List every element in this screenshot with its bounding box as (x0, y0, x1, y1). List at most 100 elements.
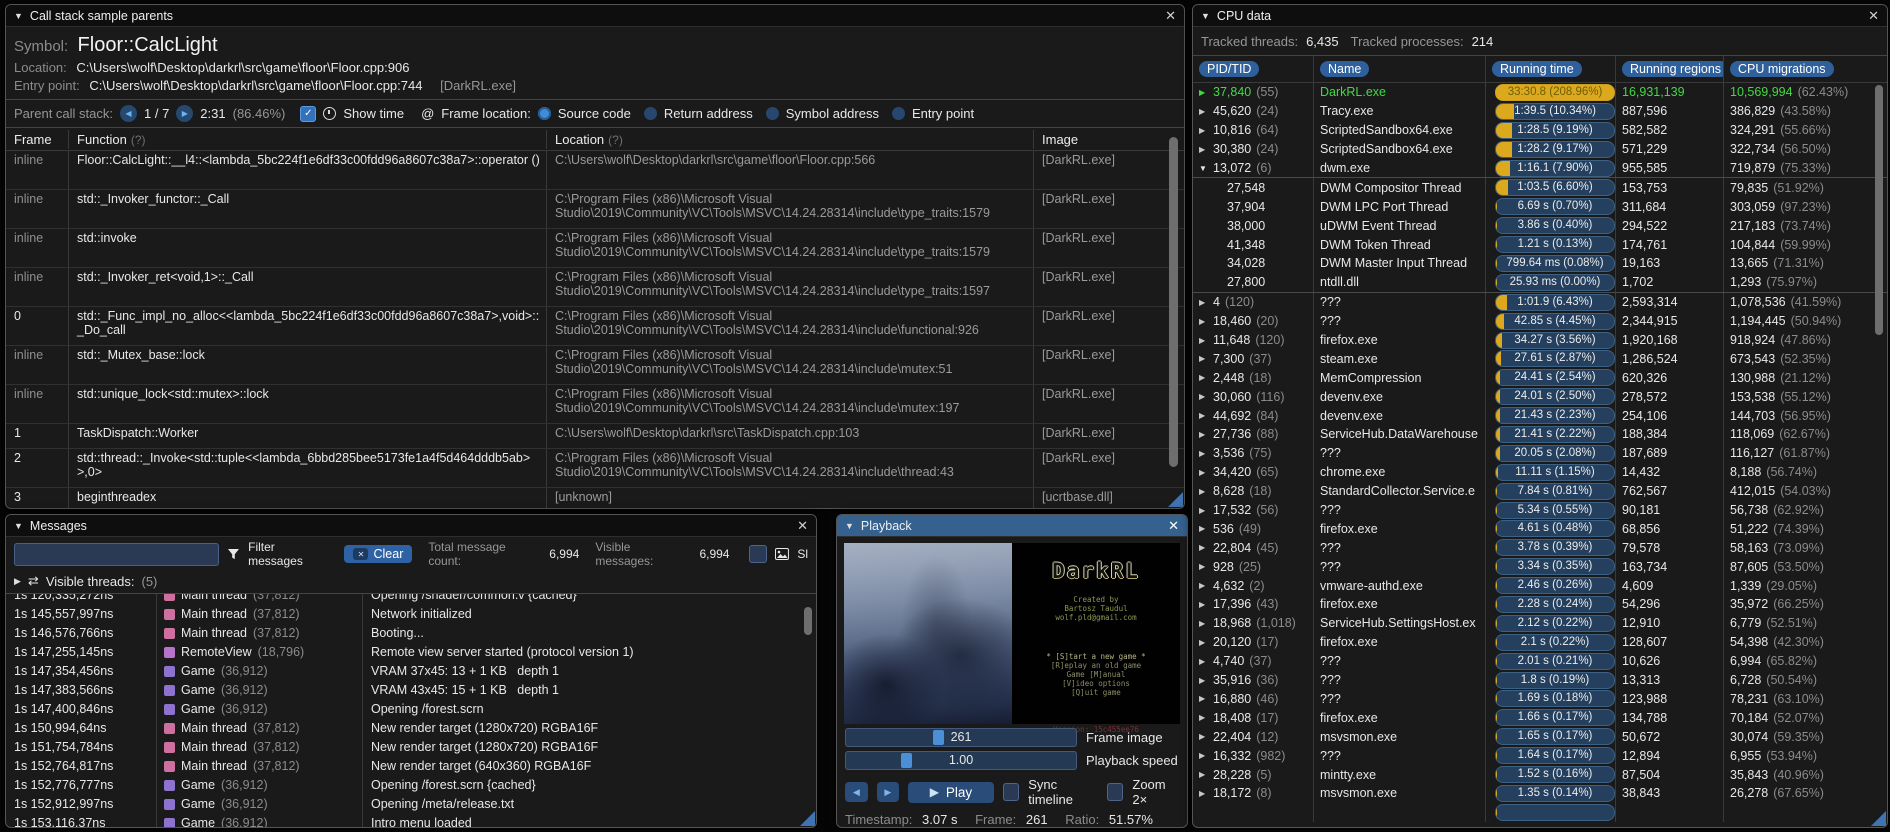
cpu-row[interactable]: ▶ 35,916 (36)??? 1.8 s (0.19%) 13,313 6,728 (5… (1193, 670, 1887, 690)
callstack-row[interactable]: 3 beginthreadex [unknown] [ucrtbase.dll] (6, 488, 1184, 508)
prev-frame-button[interactable]: ◀ (845, 782, 868, 802)
cpu-row[interactable]: 27,548 DWM Compositor Thread 1:03.5 (6.60%… (1193, 177, 1887, 198)
expand-icon[interactable]: ▶ (1199, 506, 1213, 515)
play-button[interactable]: ▶ Play (908, 781, 994, 803)
col-cpu-migrations[interactable]: CPU migrations (1730, 61, 1834, 77)
show-images-checkbox[interactable] (749, 545, 768, 563)
callstack-scrollbar[interactable] (1169, 137, 1178, 467)
col-running-time[interactable]: Running time (1492, 61, 1582, 77)
function-cell[interactable]: TaskDispatch::Worker (68, 424, 546, 448)
close-icon[interactable]: ✕ (797, 519, 808, 532)
expand-icon[interactable]: ▶ (1199, 107, 1213, 116)
cpu-row[interactable]: ▶ 2,448 (18) MemCompression 24.41 s (2.54%) 6… (1193, 368, 1887, 388)
message-row[interactable]: 1s 153,116,37ns Game (36,912) Intro menu lo… (6, 814, 816, 827)
expand-icon[interactable]: ▶ (1199, 657, 1213, 666)
function-cell[interactable]: beginthreadex (68, 488, 546, 508)
cpu-row[interactable]: ▶ 45,620 (24) Tracy.exe 1:39.5 (10.34%) 887,5… (1193, 101, 1887, 121)
cpu-row[interactable]: ▶ 536 (49) firefox.exe 4.61 s (0.48%) 68,856 5… (1193, 519, 1887, 539)
function-cell[interactable]: Floor::CalcLight::__l4::<lambda_5bc224f1… (68, 151, 546, 189)
location-cell[interactable]: C:\Program Files (x86)\Microsoft Visual … (546, 229, 1033, 267)
message-row[interactable]: 1s 152,776,777ns Game (36,912) Opening /for… (6, 776, 816, 795)
close-icon[interactable]: ✕ (1868, 9, 1879, 22)
slider-handle[interactable] (901, 753, 913, 768)
expand-icon[interactable]: ▶ (1199, 354, 1213, 363)
resize-grip[interactable] (1168, 492, 1183, 507)
expand-icon[interactable]: ▶ (1199, 298, 1213, 307)
callstack-row[interactable]: inline std::invoke C:\Program Files (x86)\… (6, 229, 1184, 268)
function-cell[interactable]: std::_Invoker_ret<void,1>::_Call (68, 268, 546, 306)
location-cell[interactable]: C:\Program Files (x86)\Microsoft Visual … (546, 307, 1033, 345)
cpu-row[interactable]: ▶ 27,736 (88) ServiceHub.DataWarehouse 21.41… (1193, 425, 1887, 444)
close-icon[interactable]: ✕ (1165, 9, 1176, 22)
cpu-row[interactable]: ▶ 22,804 (45)??? 3.78 s (0.39%) 79,578 58,163… (1193, 538, 1887, 558)
cpu-row[interactable]: ▶ 28,228 (5) mintty.exe 1.52 s (0.16%) 87,504… (1193, 765, 1887, 784)
expand-icon[interactable]: ▶ (1199, 392, 1213, 401)
message-row[interactable]: 1s 147,255,145ns RemoteView (18,796) Remote… (6, 643, 816, 662)
resize-grip[interactable] (1871, 811, 1886, 826)
callstack-row[interactable]: 1 TaskDispatch::Worker C:\Users\wolf\Deskt… (6, 424, 1184, 449)
cpu-row[interactable]: ▶ 22,404 (12) msvsmon.exe 1.65 s (0.17%) 50,6… (1193, 727, 1887, 747)
function-cell[interactable]: std::_Mutex_base::lock (68, 346, 546, 384)
cpu-scrollbar[interactable] (1875, 85, 1883, 335)
cpu-row[interactable]: ▶ 30,060 (116) devenv.exe 24.01 s (2.50%) 278… (1193, 387, 1887, 407)
radio-symbol-address[interactable] (765, 107, 779, 120)
cpu-row[interactable]: ▶ 8,628 (18) StandardCollector.Service.e 7.8… (1193, 481, 1887, 501)
option-return-address[interactable]: Return address (664, 106, 753, 121)
cpu-row[interactable]: ▶ 4,632 (2) vmware-authd.exe 2.46 s (0.26%) 4… (1193, 576, 1887, 596)
message-row[interactable]: 1s 151,754,784ns Main thread (37,812) New r… (6, 738, 816, 757)
location-cell[interactable]: C:\Program Files (x86)\Microsoft Visual … (546, 190, 1033, 228)
expand-icon[interactable]: ▶ (1199, 543, 1213, 552)
cpu-row[interactable]: ▶ 4,740 (37)??? 2.01 s (0.21%) 10,626 6,994 (6… (1193, 651, 1887, 671)
expand-icon[interactable]: ▶ (1199, 770, 1213, 779)
col-running-regions[interactable]: Running regions (1622, 61, 1723, 77)
cpu-row[interactable]: 38,000 uDWM Event Thread 3.86 s (0.40%) 294… (1193, 216, 1887, 236)
collapse-icon[interactable]: ▼ (845, 521, 854, 531)
cpu-row[interactable]: ▶ 4 (120)??? 1:01.9 (6.43%) 2,593,314 1,078,5… (1193, 291, 1887, 312)
message-row[interactable]: 1s 150,994,64ns Main thread (37,812) New re… (6, 719, 816, 738)
cpu-row[interactable]: ▶ 16,332 (982)??? 1.64 s (0.17%) 12,894 6,955… (1193, 746, 1887, 766)
col-pid-tid[interactable]: PID/TID (1199, 61, 1260, 77)
expand-icon[interactable]: ▶ (14, 576, 21, 587)
cpu-row[interactable]: ▶ 17,532 (56)??? 5.34 s (0.55%) 90,181 56,738… (1193, 500, 1887, 520)
function-cell[interactable]: std::_Func_impl_no_alloc<<lambda_5bc224f… (68, 307, 546, 345)
message-row[interactable]: 1s 147,383,566ns Game (36,912) VRAM 43x45: … (6, 681, 816, 700)
cpu-row[interactable]: ▶ 11,648 (120) firefox.exe 34.27 s (3.56%) 1,… (1193, 330, 1887, 350)
cpu-titlebar[interactable]: ▼ CPU data ✕ (1193, 5, 1887, 27)
expand-icon[interactable]: ▶ (1199, 449, 1213, 458)
filter-input[interactable] (14, 542, 220, 566)
message-row[interactable]: 1s 147,400,846ns Game (36,912) Opening /for… (6, 700, 816, 719)
cpu-row[interactable]: 34,028 DWM Master Input Thread 799.64 ms (… (1193, 254, 1887, 273)
expand-icon[interactable]: ▶ (1199, 487, 1213, 496)
cpu-row[interactable]: ▶ 3,536 (75)??? 20.05 s (2.08%) 187,689 116,1… (1193, 443, 1887, 463)
cpu-row[interactable]: ▶ 18,460 (20)??? 42.85 s (4.45%) 2,344,915 1,… (1193, 311, 1887, 331)
cpu-row[interactable] (1193, 802, 1887, 822)
cpu-row[interactable]: ▶ 18,968 (1,018) ServiceHub.SettingsHost.ex… (1193, 613, 1887, 633)
function-cell[interactable]: std::unique_lock<std::mutex>::lock (68, 385, 546, 423)
collapse-icon[interactable]: ▼ (14, 521, 23, 531)
collapse-icon[interactable]: ▼ (1201, 11, 1210, 21)
location-cell[interactable]: C:\Program Files (x86)\Microsoft Visual … (546, 268, 1033, 306)
expand-icon[interactable]: ▶ (1199, 411, 1213, 420)
cpu-row[interactable]: ▶ 17,396 (43) firefox.exe 2.28 s (0.24%) 54,2… (1193, 595, 1887, 614)
col-name[interactable]: Name (1320, 61, 1370, 77)
collapse-icon[interactable]: ▼ (14, 11, 23, 21)
cpu-row[interactable]: ▶ 20,120 (17) firefox.exe 2.1 s (0.22%) 128,6… (1193, 632, 1887, 652)
callstack-row[interactable]: inline std::_Mutex_base::lock C:\Program F… (6, 346, 1184, 385)
expand-icon[interactable]: ▶ (1199, 317, 1213, 326)
expand-icon[interactable]: ▶ (1199, 619, 1213, 628)
playback-titlebar[interactable]: ▼ Playback ✕ (837, 515, 1187, 537)
expand-icon[interactable]: ▶ (1199, 126, 1213, 135)
location-cell[interactable]: C:\Program Files (x86)\Microsoft Visual … (546, 346, 1033, 384)
cpu-row[interactable]: ▶ 18,408 (17) firefox.exe 1.66 s (0.17%) 134,… (1193, 708, 1887, 728)
callstack-row[interactable]: 0 std::_Func_impl_no_alloc<<lambda_5bc224… (6, 307, 1184, 346)
callstack-titlebar[interactable]: ▼ Call stack sample parents ✕ (6, 5, 1184, 27)
option-entry-point[interactable]: Entry point (912, 106, 974, 121)
close-icon[interactable]: ✕ (1168, 519, 1179, 532)
expand-icon[interactable]: ▶ (1199, 751, 1213, 760)
function-cell[interactable]: std::invoke (68, 229, 546, 267)
location-cell[interactable]: [unknown] (546, 488, 1033, 508)
expand-icon[interactable]: ▶ (1199, 430, 1213, 439)
expand-icon[interactable]: ▶ (1199, 524, 1213, 533)
expand-icon[interactable]: ▶ (1199, 468, 1213, 477)
next-frame-button[interactable]: ▶ (876, 782, 900, 802)
